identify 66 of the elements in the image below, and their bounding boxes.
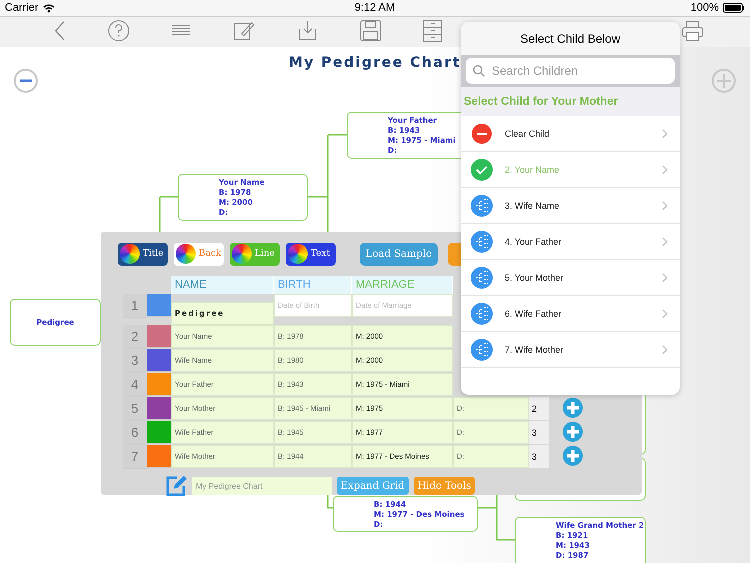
row-color-swatch[interactable] — [147, 397, 171, 420]
chevron-icon — [662, 128, 668, 138]
status-time: 9:12 AM — [354, 2, 396, 14]
child-list-item[interactable]: 5. Your Mother — [461, 260, 680, 296]
battery-label: 100% — [690, 2, 719, 14]
title-field[interactable]: My Pedigree Chart — [192, 477, 332, 495]
row-color-swatch[interactable] — [147, 294, 171, 317]
color-button[interactable]: Text — [286, 242, 336, 266]
table-cell: 3 — [529, 445, 549, 468]
row-color-swatch[interactable] — [147, 325, 171, 348]
help-icon[interactable] — [106, 19, 132, 43]
tree-icon — [471, 302, 493, 324]
search-icon — [473, 65, 485, 77]
color-wheel-icon — [288, 244, 308, 264]
chevron-icon — [662, 200, 668, 210]
child-list-item[interactable]: 3. Wife Name — [461, 188, 680, 224]
section-header: Select Child for Your Mother — [461, 87, 680, 116]
table-cell: 2 — [529, 397, 549, 420]
color-button[interactable]: Title — [118, 242, 168, 266]
search-input[interactable]: Search Children — [490, 63, 664, 79]
color-wheel-icon — [176, 244, 196, 264]
chevron-icon — [662, 164, 668, 174]
chevron-icon — [662, 236, 668, 246]
printer-icon[interactable] — [680, 19, 706, 43]
row-number: 3 — [123, 349, 147, 373]
row-color-swatch[interactable] — [147, 373, 171, 396]
row-color-swatch[interactable] — [147, 349, 171, 372]
color-wheel-icon — [120, 244, 140, 264]
row-color-swatch[interactable] — [147, 421, 171, 444]
search-field[interactable]: Search Children — [466, 58, 675, 84]
color-wheel-icon — [232, 244, 252, 264]
tree-icon — [471, 338, 493, 360]
add-icon[interactable] — [563, 422, 583, 442]
tree-icon — [471, 266, 493, 288]
zoom-out-icon[interactable] — [14, 69, 38, 93]
chart-title: My Pedigree Chart — [288, 55, 462, 71]
row-color-swatch[interactable] — [147, 445, 171, 468]
chevron-icon — [662, 344, 668, 354]
child-list-item[interactable]: 4. Your Father — [461, 224, 680, 260]
add-icon[interactable] — [563, 398, 583, 418]
check-icon — [471, 158, 493, 180]
tree-icon — [471, 194, 493, 216]
color-button[interactable]: Back — [174, 242, 224, 266]
row-number: 7 — [123, 445, 147, 469]
save-icon[interactable] — [358, 19, 384, 43]
row-number: 4 — [123, 373, 147, 397]
add-icon[interactable] — [563, 446, 583, 466]
column-header[interactable]: NAME — [171, 276, 274, 294]
popover-title: Select Child Below — [461, 22, 680, 55]
child-list-item[interactable]: 7. Wife Mother — [461, 332, 680, 368]
child-list-item[interactable]: Clear Child — [461, 116, 680, 152]
remove-icon — [471, 122, 493, 144]
battery-icon — [722, 3, 745, 13]
row-number: 2 — [123, 325, 147, 349]
tree-icon — [471, 230, 493, 252]
table-cell: 3 — [529, 421, 549, 444]
carrier-label: Carrier — [5, 2, 39, 14]
load-sample-button[interactable]: Load Sample — [360, 242, 438, 266]
edit-icon[interactable] — [165, 475, 187, 497]
child-list-item[interactable]: 6. Wife Father — [461, 296, 680, 332]
wifi-icon — [42, 4, 55, 12]
chevron-icon — [662, 308, 668, 318]
row-number: 6 — [123, 421, 147, 445]
row-number: 5 — [123, 397, 147, 421]
row-number: 1 — [123, 294, 147, 318]
chevron-icon — [662, 272, 668, 282]
